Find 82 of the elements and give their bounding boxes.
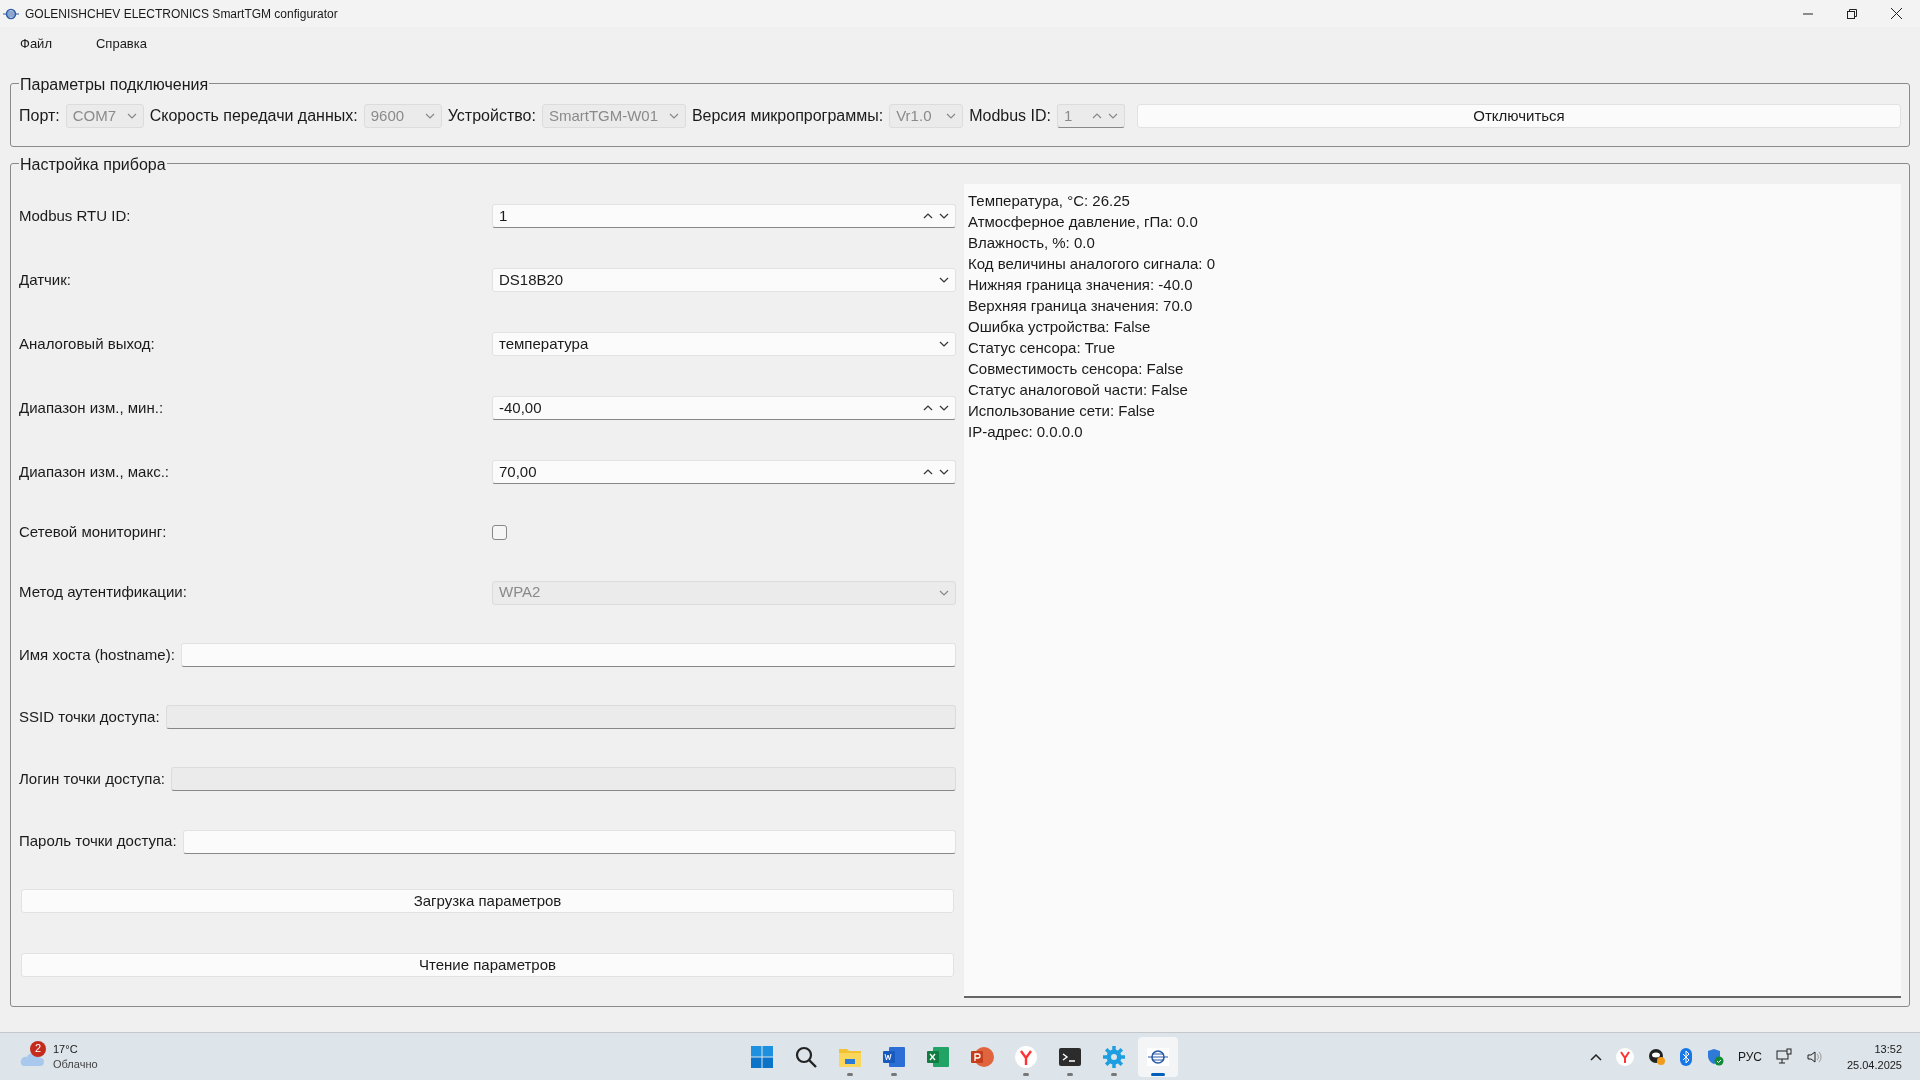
menu-item[interactable]: Файл [20,34,52,54]
active-indicator [1151,1073,1165,1076]
dropdown[interactable]: DS18B20 [492,268,956,292]
field-label: Логин точки доступа: [19,768,165,789]
readout-line: Статус сенсора: True [968,338,1117,358]
field-label: Метод аутентификации: [19,582,188,603]
weather-condition: Облачно [53,1056,98,1072]
gear-icon [1102,1045,1126,1069]
chevron-up-icon[interactable] [923,469,933,475]
terminal-icon [1058,1045,1082,1069]
running-indicator [1067,1073,1073,1076]
running-indicator [1111,1073,1117,1076]
speaker-icon[interactable] [1806,1049,1823,1064]
dropdown[interactable]: температура [492,332,956,356]
readout-line: Температура, °C: 26.25 [968,191,1131,211]
browser-icon [1014,1045,1038,1069]
field-label: Диапазон изм., мин.: [19,397,165,418]
menu-item[interactable]: Справка [95,34,147,54]
input-field[interactable] [180,643,956,667]
field-label: Устройство: [447,106,536,126]
app-logo-icon [3,7,19,20]
field-label: Порт: [19,106,60,126]
chevron-down-icon[interactable] [939,213,949,219]
readout-line: Статус аналоговой части: False [968,380,1189,400]
field-label: Диапазон изм., макс.: [19,461,170,482]
readout-line: Совместимость сенсора: False [968,359,1185,379]
chevron-down-icon[interactable] [939,277,949,283]
presentation-app-icon [970,1045,994,1069]
chevron-down-icon[interactable] [939,469,949,475]
clock-date[interactable]: 25.04.2025 [1846,1056,1902,1073]
notification-badge: 2 [30,1040,46,1057]
field-label: Пароль точки доступа: [19,831,177,852]
chevron-up-icon[interactable] [923,213,933,219]
field-label: Modbus RTU ID: [19,205,132,226]
running-indicator [891,1073,897,1076]
restore-icon[interactable] [1847,8,1857,19]
readout-line: Использование сети: False [968,401,1156,421]
readout-line: Ошибка устройства: False [968,317,1152,337]
shield-icon[interactable] [1705,1047,1724,1066]
running-indicator [1023,1073,1029,1076]
readout-line: Атмосферное давление, гПа: 0.0 [968,212,1199,232]
spin-box[interactable]: 1 [492,204,956,228]
field-label: Modbus ID: [969,106,1051,126]
network-icon[interactable] [1775,1048,1793,1065]
readout-line: Верхняя граница значения: 70.0 [968,296,1194,316]
close-icon[interactable] [1890,8,1902,19]
chevron-up-icon[interactable] [923,405,933,411]
clock-time[interactable]: 13:52 [1874,1040,1902,1057]
action-button[interactable]: Загрузка параметров [21,889,954,913]
action-button[interactable]: Чтение параметров [21,953,954,977]
document-app-icon [882,1045,906,1069]
search-icon [794,1045,818,1069]
field-label: Аналоговый выход: [19,333,156,354]
running-indicator [847,1073,853,1076]
window-title: GOLENISHCHEV ELECTRONICS SmartTGM configurator [25,5,338,23]
windows-logo-icon [750,1045,774,1069]
chevron-down-icon[interactable] [939,405,949,411]
app-logo-icon [1146,1045,1170,1069]
checkbox[interactable] [492,525,507,540]
readout-line: Нижняя граница значения: -40.0 [968,275,1194,295]
readout-line: Код величины аналогого сигнала: 0 [968,254,1216,274]
language-indicator[interactable]: РУС [1737,1047,1762,1066]
weather-temperature: 17°C [53,1041,79,1057]
chevron-down-icon[interactable] [939,341,949,347]
field-label: SSID точки доступа: [19,706,160,727]
chevron-up-icon[interactable] [1589,1052,1602,1061]
browser-tray-icon[interactable] [1615,1047,1634,1066]
readout-line: Влажность, %: 0.0 [968,233,1096,253]
field-label: Скорость передачи данных: [149,106,358,126]
spreadsheet-app-icon [926,1045,950,1069]
input-field[interactable] [182,829,956,854]
spin-box[interactable]: -40,00 [492,396,956,420]
field-label: Имя хоста (hostname): [19,644,175,665]
bluetooth-icon[interactable] [1679,1047,1692,1066]
messenger-tray-icon[interactable] [1647,1047,1666,1066]
spin-box[interactable]: 70,00 [492,460,956,484]
readout-line: IP-адрес: 0.0.0.0 [968,422,1084,442]
field-label: Датчик: [19,269,72,290]
disconnect-button[interactable]: Отключиться [1137,104,1901,128]
field-label: Сетевой мониторинг: [19,522,168,543]
taskbar-button[interactable] [1138,1037,1178,1077]
field-label: Версия микропрограммы: [691,106,884,126]
